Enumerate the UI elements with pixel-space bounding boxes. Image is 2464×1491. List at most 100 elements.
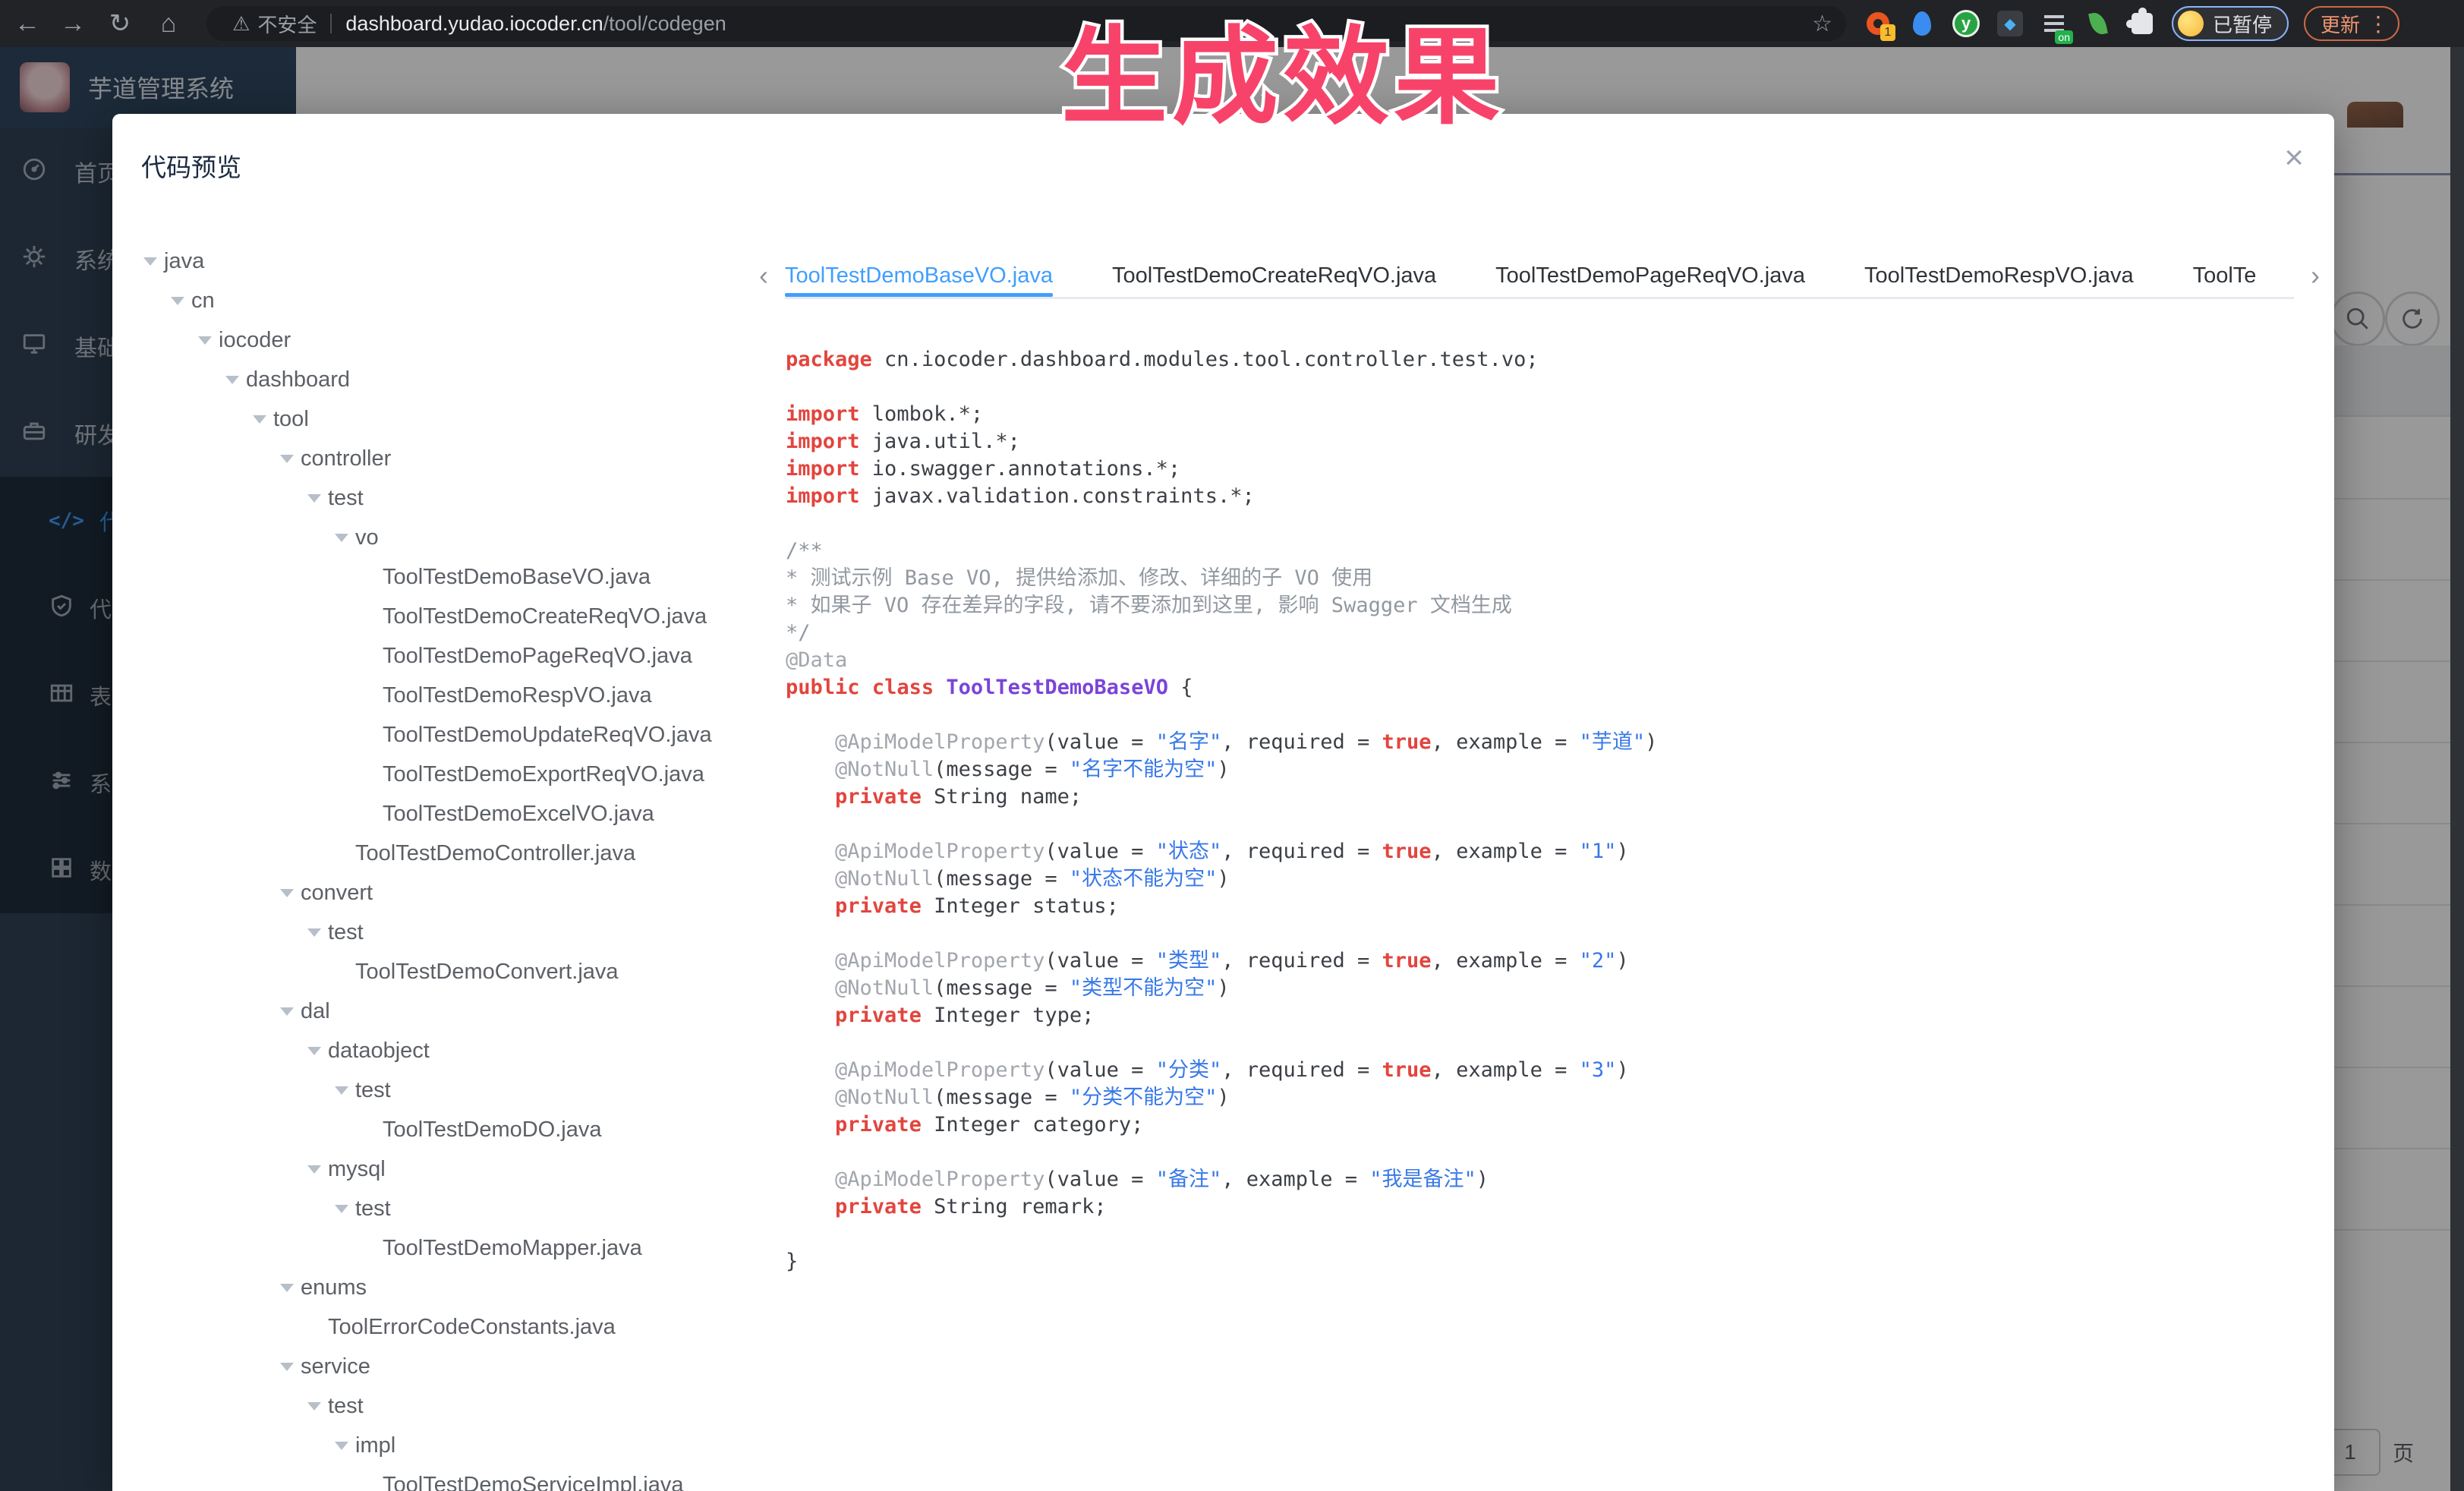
tree-caret-down-icon[interactable]	[301, 1402, 328, 1411]
green-y-icon[interactable]: y	[1952, 9, 1980, 38]
tabs-scroll-right-icon[interactable]: ›	[2311, 260, 2320, 292]
tree-folder-node[interactable]: test	[137, 1386, 774, 1426]
tree-folder-node[interactable]: dataobject	[137, 1031, 774, 1070]
home-icon[interactable]: ⌂	[147, 0, 190, 47]
tree-folder-node[interactable]: cn	[137, 281, 774, 320]
tree-file-node[interactable]: ToolTestDemoExcelVO.java	[137, 794, 774, 834]
bookmark-star-icon[interactable]: ☆	[1812, 11, 1832, 37]
tree-file-node[interactable]: ToolErrorCodeConstants.java	[137, 1307, 774, 1347]
tree-node-label: vo	[355, 525, 379, 550]
tree-caret-down-icon[interactable]	[164, 297, 191, 305]
tree-file-node[interactable]: ToolTestDemoRespVO.java	[137, 676, 774, 715]
tree-caret-down-icon[interactable]	[301, 1165, 328, 1174]
tree-caret-down-icon[interactable]	[328, 1205, 355, 1213]
tree-file-node[interactable]: ToolTestDemoDO.java	[137, 1110, 774, 1149]
tabs-scroll-left-icon[interactable]: ‹	[759, 260, 768, 292]
tree-node-label: mysql	[328, 1157, 386, 1182]
tree-caret-down-icon[interactable]	[273, 455, 301, 463]
tree-file-node[interactable]: ToolTestDemoConvert.java	[137, 952, 774, 991]
tree-caret-down-icon[interactable]	[273, 889, 301, 897]
tree-folder-node[interactable]: controller	[137, 439, 774, 478]
code-line: private Integer status;	[786, 893, 2305, 920]
tree-caret-down-icon[interactable]	[328, 1086, 355, 1095]
tree-folder-node[interactable]: dashboard	[137, 360, 774, 399]
tree-node-label: ToolTestDemoMapper.java	[383, 1236, 642, 1261]
tree-caret-down-icon[interactable]	[137, 257, 164, 266]
code-line	[786, 920, 2305, 947]
tree-folder-node[interactable]: test	[137, 1189, 774, 1228]
tree-folder-node[interactable]: test	[137, 1070, 774, 1110]
tree-caret-down-icon[interactable]	[273, 1007, 301, 1016]
tree-file-node[interactable]: ToolTestDemoController.java	[137, 834, 774, 873]
back-icon[interactable]: ←	[6, 0, 49, 47]
file-tab[interactable]: ToolTe	[2193, 255, 2257, 297]
tree-file-node[interactable]: ToolTestDemoServiceImpl.java	[137, 1465, 774, 1491]
tree-caret-down-icon[interactable]	[273, 1284, 301, 1292]
profile-chip[interactable]: 已暂停	[2172, 6, 2289, 41]
tree-folder-node[interactable]: convert	[137, 873, 774, 913]
tree-node-label: ToolTestDemoBaseVO.java	[383, 565, 651, 590]
forward-icon[interactable]: →	[52, 0, 94, 47]
tree-folder-node[interactable]: test	[137, 478, 774, 518]
tree-folder-node[interactable]: enums	[137, 1268, 774, 1307]
file-tabs-bar: ‹ ToolTestDemoBaseVO.java ToolTestDemoCre…	[758, 255, 2321, 299]
url-path: /tool/codegen	[603, 12, 726, 36]
tree-caret-down-icon[interactable]	[328, 1442, 355, 1450]
tree-caret-down-icon[interactable]	[301, 494, 328, 503]
tree-file-node[interactable]: ToolTestDemoUpdateReqVO.java	[137, 715, 774, 755]
gem-grid-icon[interactable]: ◆	[1996, 9, 2024, 38]
tree-node-label: test	[355, 1196, 391, 1221]
tree-node-label: test	[328, 1394, 364, 1419]
file-tab[interactable]: ToolTestDemoBaseVO.java	[785, 255, 1053, 297]
tree-file-node[interactable]: ToolTestDemoPageReqVO.java	[137, 636, 774, 676]
tree-file-node[interactable]: ToolTestDemoCreateReqVO.java	[137, 597, 774, 636]
puzzle-icon[interactable]	[2128, 9, 2157, 38]
tree-caret-down-icon[interactable]	[191, 336, 219, 345]
code-line: * 如果子 VO 存在差异的字段, 请不要添加到这里, 影响 Swagger 文…	[786, 592, 2305, 619]
update-button[interactable]: 更新 ⋮	[2304, 6, 2399, 41]
tree-node-label: dashboard	[246, 367, 350, 392]
menu-dots-icon[interactable]: ⋮	[2368, 11, 2389, 36]
browser-toolbar: ← → ↻ ⌂ ⚠ 不安全 dashboard.yudao.iocoder.cn…	[0, 0, 2464, 47]
tree-file-node[interactable]: ToolTestDemoMapper.java	[137, 1228, 774, 1268]
tree-node-label: ToolTestDemoUpdateReqVO.java	[383, 723, 712, 748]
ubuntu-icon[interactable]: 1	[1864, 9, 1892, 38]
tree-folder-node[interactable]: vo	[137, 518, 774, 557]
tree-folder-node[interactable]: tool	[137, 399, 774, 439]
list-on-icon[interactable]: on	[2040, 9, 2069, 38]
tree-caret-down-icon[interactable]	[301, 1047, 328, 1055]
tree-caret-down-icon[interactable]	[273, 1363, 301, 1371]
code-line: import javax.validation.constraints.*;	[786, 483, 2305, 510]
tree-file-node[interactable]: ToolTestDemoExportReqVO.java	[137, 755, 774, 794]
file-tab[interactable]: ToolTestDemoRespVO.java	[1864, 255, 2134, 297]
page-scrollbar[interactable]	[2450, 47, 2464, 1491]
tree-node-label: convert	[301, 881, 373, 906]
tree-file-node[interactable]: ToolTestDemoBaseVO.java	[137, 557, 774, 597]
update-button-label: 更新	[2321, 10, 2360, 38]
file-tab[interactable]: ToolTestDemoPageReqVO.java	[1495, 255, 1805, 297]
drop-icon[interactable]	[1908, 9, 1936, 38]
tree-caret-down-icon[interactable]	[301, 928, 328, 937]
tree-caret-down-icon[interactable]	[219, 376, 246, 384]
extension-area: 1 y ◆ on 已暂停 更新 ⋮	[1864, 0, 2399, 47]
tree-folder-node[interactable]: mysql	[137, 1149, 774, 1189]
close-icon[interactable]: ×	[2284, 141, 2304, 175]
code-line: @NotNull(message = "名字不能为空")	[786, 756, 2305, 783]
tree-caret-down-icon[interactable]	[246, 415, 273, 424]
tree-folder-node[interactable]: dal	[137, 991, 774, 1031]
sprout-icon[interactable]	[2084, 9, 2113, 38]
tree-folder-node[interactable]: service	[137, 1347, 774, 1386]
tree-folder-node[interactable]: test	[137, 913, 774, 952]
tree-folder-node[interactable]: java	[137, 241, 774, 281]
tree-caret-down-icon[interactable]	[328, 534, 355, 542]
profile-emoji-avatar	[2178, 11, 2204, 36]
code-line: @Data	[786, 647, 2305, 674]
code-line: private String remark;	[786, 1193, 2305, 1221]
code-line: }	[786, 1248, 2305, 1275]
tree-folder-node[interactable]: impl	[137, 1426, 774, 1465]
tree-node-label: dataobject	[328, 1039, 430, 1064]
address-bar[interactable]: ⚠ 不安全 dashboard.yudao.iocoder.cn/tool/co…	[206, 6, 1846, 41]
tree-folder-node[interactable]: iocoder	[137, 320, 774, 360]
reload-icon[interactable]: ↻	[99, 0, 141, 47]
file-tab[interactable]: ToolTestDemoCreateReqVO.java	[1112, 255, 1436, 297]
